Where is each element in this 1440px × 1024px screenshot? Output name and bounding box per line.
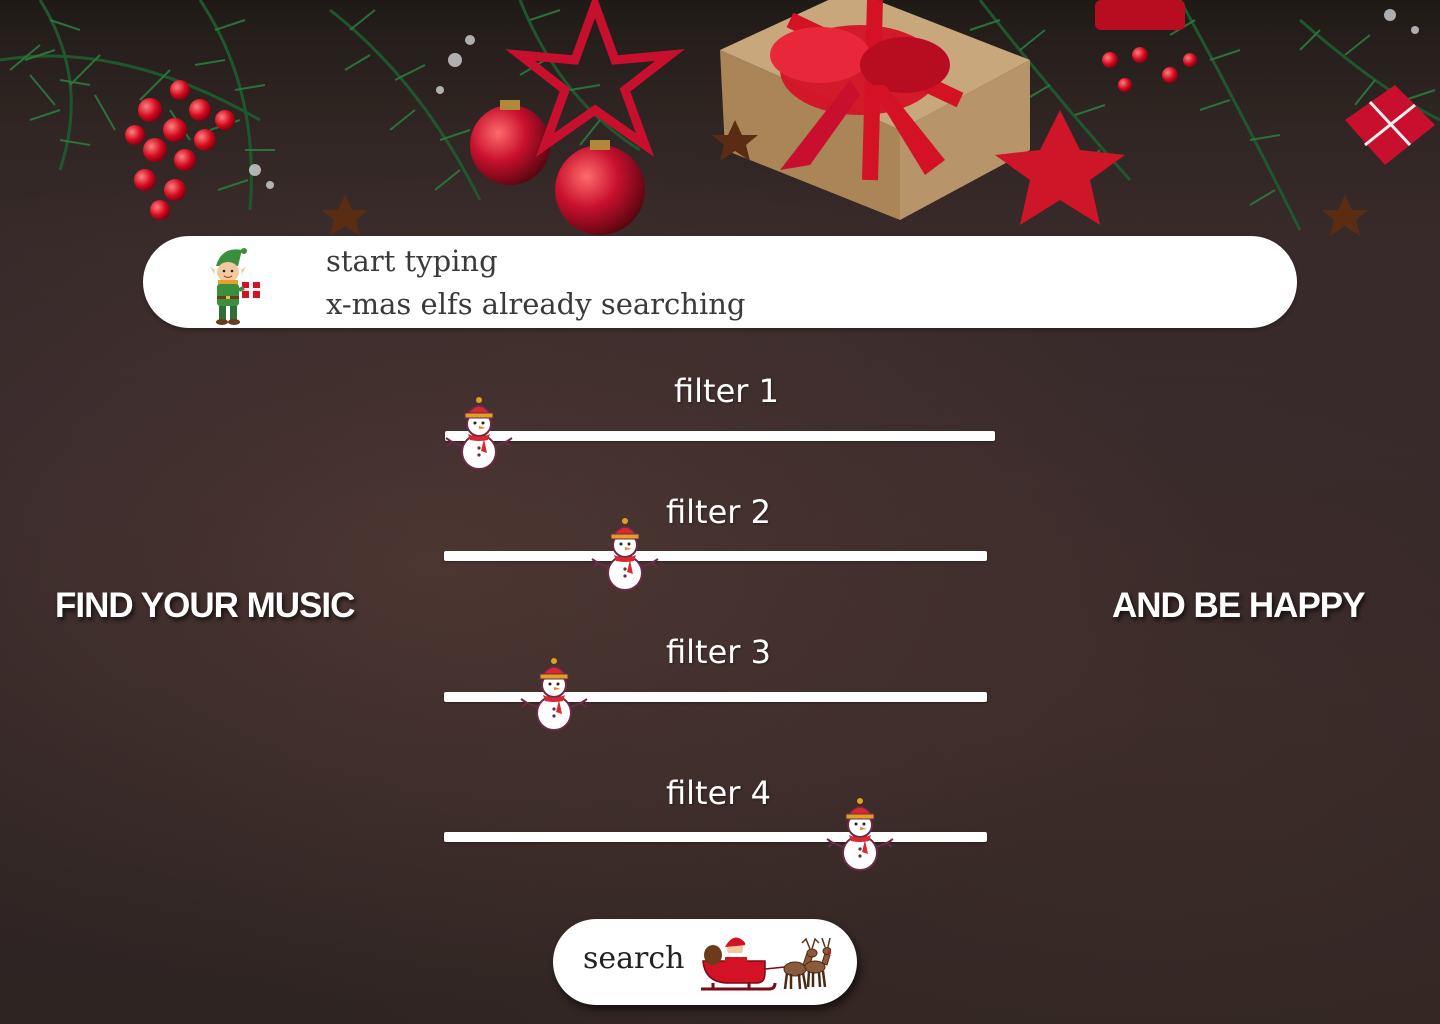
filter-3-label: filter 3 (666, 633, 771, 671)
filter-2-label: filter 2 (666, 493, 771, 531)
search-button[interactable]: search (553, 919, 857, 1005)
filter-2-track[interactable] (444, 551, 987, 561)
search-placeholder-line1: start typing (326, 244, 498, 278)
snowman-icon[interactable] (444, 394, 514, 474)
filter-1-label: filter 1 (674, 372, 779, 410)
filter-1-track[interactable] (445, 431, 995, 441)
search-placeholder-line2: x-mas elfs already searching (326, 287, 746, 321)
snowman-icon[interactable] (519, 655, 589, 735)
snowman-icon[interactable] (590, 515, 660, 595)
headline-right: AND BE HAPPY (1112, 586, 1365, 625)
filter-4-track[interactable] (444, 832, 987, 842)
elf-icon (210, 248, 260, 325)
santa-sleigh-icon (701, 937, 831, 991)
headline-left: FIND YOUR MUSIC (55, 586, 355, 625)
christmas-garland-image (0, 0, 1440, 250)
search-button-label: search (583, 941, 685, 976)
snowman-icon[interactable] (825, 795, 895, 875)
search-placeholder[interactable]: start typing x-mas elfs already searchin… (326, 240, 745, 326)
filter-4-label: filter 4 (666, 774, 771, 812)
